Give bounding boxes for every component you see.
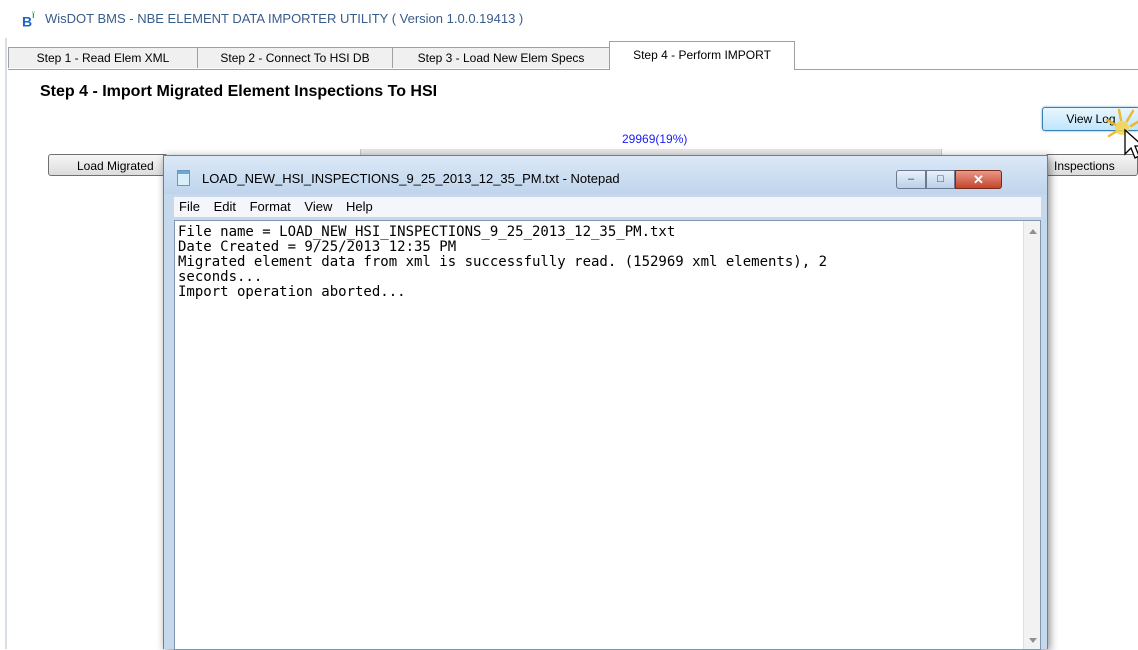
notepad-text-area[interactable]: File name = LOAD_NEW_HSI_INSPECTIONS_9_2… — [174, 220, 1041, 650]
text-line: Migrated element data from xml is succes… — [178, 254, 828, 270]
scroll-down-icon[interactable] — [1029, 638, 1037, 643]
scroll-up-icon[interactable] — [1029, 229, 1037, 234]
tab-step-4[interactable]: Step 4 - Perform IMPORT — [609, 41, 795, 70]
maximize-button[interactable]: □ — [926, 170, 955, 189]
tab-divider — [8, 69, 1138, 70]
notepad-content: File name = LOAD_NEW_HSI_INSPECTIONS_9_2… — [178, 225, 1020, 300]
vertical-scrollbar[interactable] — [1023, 221, 1040, 649]
text-line: seconds... — [178, 269, 263, 285]
notepad-icon — [177, 170, 190, 186]
notepad-window: LOAD_NEW_HSI_INSPECTIONS_9_25_2013_12_35… — [163, 155, 1048, 650]
window-border — [5, 38, 7, 649]
app-logo-icon: Bï — [22, 10, 35, 30]
menu-file[interactable]: File — [174, 197, 205, 217]
notepad-title-bar[interactable]: LOAD_NEW_HSI_INSPECTIONS_9_25_2013_12_35… — [164, 156, 1047, 194]
text-line: File name = LOAD_NEW_HSI_INSPECTIONS_9_2… — [178, 224, 676, 240]
notepad-menubar: File Edit Format View Help — [174, 197, 1041, 217]
import-inspections-button[interactable]: Inspections — [1045, 154, 1138, 176]
tab-step-2[interactable]: Step 2 - Connect To HSI DB — [197, 47, 393, 68]
app-title-bar: Bï WisDOT BMS - NBE ELEMENT DATA IMPORTE… — [8, 0, 1138, 40]
close-button[interactable]: ✕ — [955, 170, 1002, 189]
progress-text: 29969(19%) — [622, 132, 688, 146]
app-logo-letter: B — [22, 13, 33, 30]
view-log-button[interactable]: View Log — [1042, 107, 1138, 131]
app-title: WisDOT BMS - NBE ELEMENT DATA IMPORTER U… — [45, 11, 524, 26]
load-migrated-button[interactable]: Load Migrated — [48, 154, 168, 176]
menu-format[interactable]: Format — [245, 197, 296, 217]
notepad-title: LOAD_NEW_HSI_INSPECTIONS_9_25_2013_12_35… — [202, 171, 620, 186]
text-line: Date Created = 9/25/2013 12:35 PM — [178, 239, 457, 255]
tab-step-3[interactable]: Step 3 - Load New Elem Specs — [392, 47, 610, 68]
text-line: Import operation aborted... — [178, 284, 406, 300]
step-heading: Step 4 - Import Migrated Element Inspect… — [40, 83, 438, 100]
tab-step-1[interactable]: Step 1 - Read Elem XML — [8, 47, 198, 68]
minimize-button[interactable]: – — [896, 170, 926, 189]
menu-view[interactable]: View — [299, 197, 337, 217]
menu-help[interactable]: Help — [341, 197, 378, 217]
menu-edit[interactable]: Edit — [209, 197, 241, 217]
